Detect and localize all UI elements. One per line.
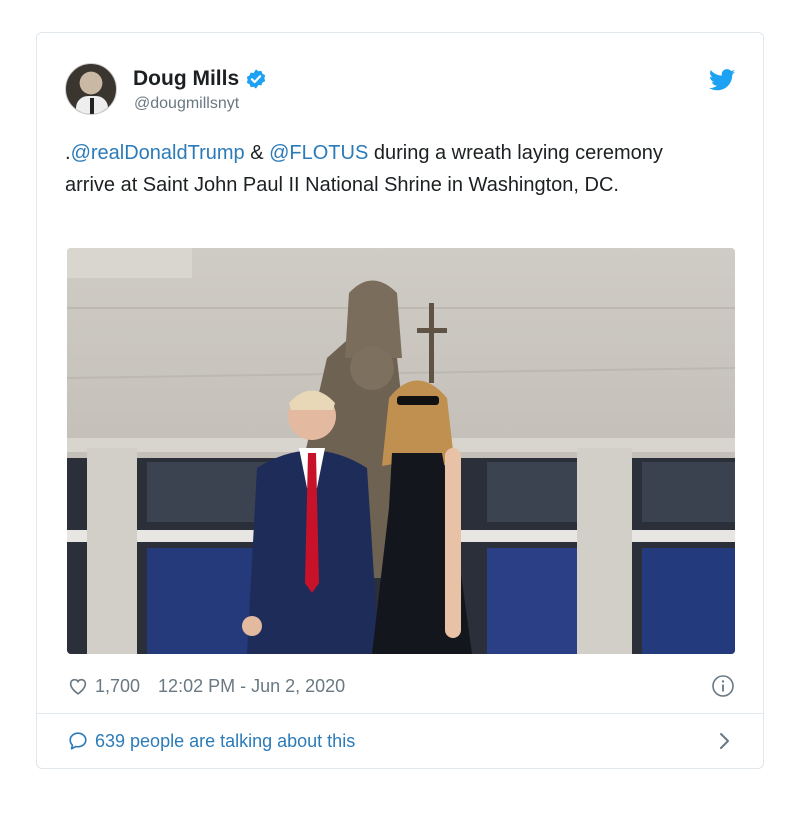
tweet-timestamp[interactable]: 12:02 PM - Jun 2, 2020 [158,676,345,697]
tweet-joiner: & [244,142,270,164]
like-count[interactable]: 1,700 [95,676,140,697]
verified-badge-icon [247,69,266,89]
card-divider [37,713,763,714]
tweet-card: Doug Mills @dougmillsnyt .@realDonaldTru… [36,32,764,769]
mention-realdonaldtrump[interactable]: @realDonaldTrump [71,142,245,164]
info-icon[interactable] [711,674,735,698]
heart-icon[interactable] [67,675,89,697]
tweet-header: Doug Mills @dougmillsnyt [65,63,735,119]
twitter-bird-icon[interactable] [709,69,735,91]
tweet-meta-row: 1,700 12:02 PM - Jun 2, 2020 [67,673,735,699]
author-name-row[interactable]: Doug Mills [133,67,267,91]
author-display-name[interactable]: Doug Mills [133,67,239,91]
conversation-link[interactable]: 639 people are talking about this [67,726,735,756]
avatar-tie [90,98,94,114]
photo-scene [67,248,735,654]
tweet-photo[interactable] [67,248,735,654]
chevron-right-icon[interactable] [717,731,731,751]
speech-bubble-icon [69,732,87,750]
author-avatar[interactable] [65,63,117,115]
talking-count-link[interactable]: 639 people are talking about this [95,731,355,752]
author-handle[interactable]: @dougmillsnyt [134,95,239,113]
mention-flotus[interactable]: @FLOTUS [269,142,368,164]
tweet-text: .@realDonaldTrump & @FLOTUS during a wre… [65,137,705,201]
